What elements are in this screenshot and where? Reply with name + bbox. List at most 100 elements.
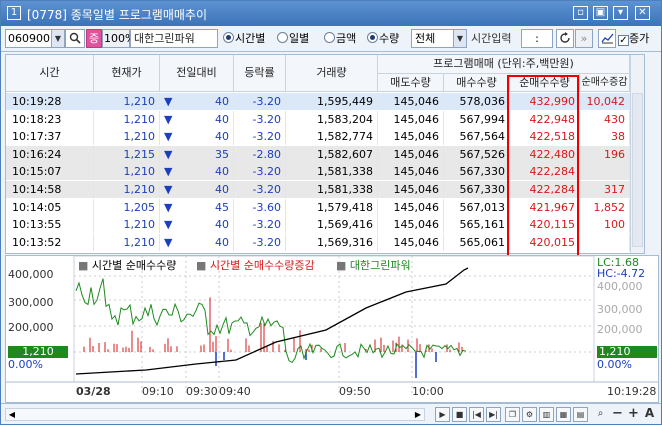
table-row[interactable]: 10:18:23 1,210 ▼ 40 -3.20 1,583,204 145,046 567… [6,110,644,128]
chevron-down-icon[interactable]: ▼ [51,30,64,47]
table-row[interactable]: 10:17:37 1,210 ▼ 40 -3.20 1,582,774 145,046 567… [6,128,644,146]
search-button[interactable] [65,29,85,48]
increase-checkbox[interactable]: ✓증가 [618,31,649,46]
market-select[interactable]: 전체 ▼ [411,29,467,48]
x-tick-0930: 09:30 [186,385,218,398]
cell-buy: 565,061 [444,233,510,251]
cell-price: 1,215 [94,145,160,163]
cell-buy: 567,330 [444,163,510,181]
table-row[interactable]: 10:16:24 1,215 ▼ 35 -2.80 1,582,607 145,046 567… [6,145,644,163]
radio-quantity[interactable]: 수량 [367,31,399,46]
cell-net-change: 1,852 [580,198,630,216]
cell-net: 422,518 [510,128,580,146]
radio-by-time[interactable]: 시간별 [223,31,265,46]
cell-time: 10:14:05 [6,198,94,216]
close-icon[interactable]: ✕ [635,6,650,20]
zoom-out-button[interactable]: − [610,407,625,422]
grid-button[interactable]: ▦ [556,407,571,422]
cell-net-change: 317 [580,181,630,198]
copy-button[interactable]: ❐ [505,407,520,422]
table-row[interactable]: 10:19:28 1,210 ▼ 40 -3.20 1,595,449 145,046 578… [6,93,644,110]
cell-price: 1,210 [94,181,160,198]
market-select-value: 전체 [415,32,436,45]
table-scrollbar[interactable] [630,55,644,253]
restore-icon[interactable]: ▣ [593,6,608,20]
scroll-right-icon[interactable]: ▶ [412,409,424,420]
down-triangle-icon: ▼ [164,95,173,108]
cell-sell: 145,046 [378,145,444,163]
header-program-group: 프로그램매매 (단위:주,백만원) [378,55,630,74]
print-button[interactable]: ▤ [573,407,588,422]
time-input[interactable]: : [521,29,553,48]
change-value: 40 [215,183,229,196]
cell-price: 1,210 [94,216,160,234]
chart-type-button[interactable]: ▥ [539,407,554,422]
cell-rate: -3.20 [234,128,286,146]
window-number: 1 [7,6,21,20]
play-button[interactable]: ▶ [435,407,450,422]
table-row[interactable]: 10:15:07 1,210 ▼ 40 -3.20 1,581,338 145,046 567… [6,163,644,181]
cell-change: ▼ 40 [160,163,234,181]
header-price: 현재가 [94,55,160,92]
table-row[interactable]: 10:13:55 1,210 ▼ 40 -3.20 1,569,416 145,046 565… [6,216,644,234]
legend-marker-icon: ■ [196,259,207,272]
settings-button[interactable]: ⚙ [522,407,537,422]
scrollbar-thumb[interactable] [632,93,643,247]
radio-by-time-label: 시간별 [235,32,266,45]
down-triangle-icon: ▼ [164,200,173,214]
cell-net: 420,115 [510,216,580,234]
zoom-in-button[interactable]: + [626,407,641,422]
refresh-icon [560,32,570,43]
refresh-button[interactable] [556,29,574,48]
change-value: 40 [215,218,229,232]
zoom-reset-button[interactable]: ⌕ [593,407,608,422]
stop-button[interactable]: ■ [452,407,467,422]
chart-canvas[interactable] [6,256,658,402]
table-row[interactable]: 10:14:58 1,210 ▼ 40 -3.20 1,581,338 145,046 567… [6,181,644,198]
cell-time: 10:16:24 [6,145,94,163]
horizontal-scrollbar[interactable]: ◀ ▶ [5,408,425,421]
stock-code-value: 060900 [8,32,50,45]
link-icon[interactable]: ▫ [573,6,588,20]
cell-change: ▼ 40 [160,233,234,251]
first-button[interactable]: |◀ [469,407,484,422]
radio-amount[interactable]: 금액 [324,31,356,46]
expand-button[interactable]: A [642,407,657,422]
next-button[interactable]: » [575,29,593,48]
cell-sell: 145,046 [378,110,444,128]
minimize-icon[interactable]: ▾ [613,6,628,20]
letter-a-icon: A [644,406,655,420]
chart-toggle-button[interactable] [598,29,616,48]
change-value: 40 [215,112,229,126]
table-row[interactable]: 10:14:05 1,205 ▼ 45 -3.60 1,579,418 145,046 567… [6,198,644,216]
cell-sell: 145,046 [378,216,444,234]
cell-net-change [580,233,630,251]
cell-time: 10:15:07 [6,163,94,181]
program-trading-window: 1 [0778] 종목일별 프로그램매매추이 ▫ ▣ ▾ ✕ 060900 ▼ … [0,0,662,425]
cell-volume: 1,582,774 [286,128,378,146]
cell-net-change: 100 [580,216,630,234]
cell-volume: 1,583,204 [286,110,378,128]
table-row[interactable]: 10:13:52 1,210 ▼ 40 -3.20 1,569,316 145,046 565… [6,233,644,251]
cell-rate: -3.20 [234,216,286,234]
legend-net-qty: ■ 시간별 순매수수량 [78,257,176,273]
cell-time: 10:13:52 [6,233,94,251]
title-bar[interactable]: 1 [0778] 종목일별 프로그램매매추이 ▫ ▣ ▾ ✕ [1,1,661,26]
stock-code-input[interactable]: 060900 ▼ [5,29,65,48]
scroll-left-icon[interactable]: ◀ [6,409,18,420]
radio-quantity-label: 수량 [379,32,400,45]
minus-icon: − [612,406,623,421]
cell-change: ▼ 40 [160,181,234,198]
print-icon: ▤ [576,410,585,419]
y-tick-200k: 200,000 [8,321,54,334]
chevron-down-icon[interactable]: ▼ [453,30,466,47]
last-button[interactable]: ▶| [486,407,501,422]
header-buy: 매수수량 [444,74,510,92]
cell-net-change [580,163,630,181]
search-icon [69,32,81,44]
cell-volume: 1,569,416 [286,216,378,234]
cell-change: ▼ 45 [160,198,234,216]
radio-by-day[interactable]: 일별 [277,31,309,46]
copy-icon: ❐ [508,410,517,419]
legend-stock: ■ 대한그린파워 [336,257,411,273]
